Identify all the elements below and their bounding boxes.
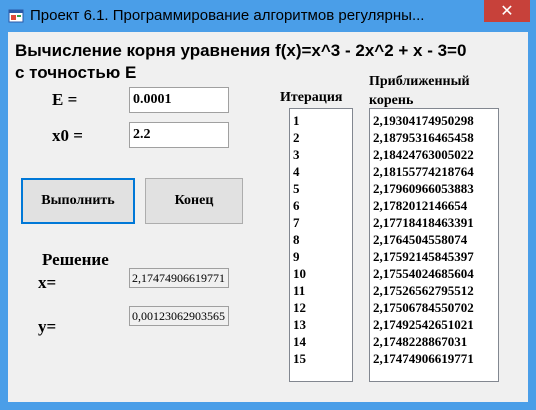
close-icon: ✕ [500, 1, 514, 20]
root-item[interactable]: 2,18155774218764 [373, 163, 495, 180]
app-form-icon[interactable] [8, 8, 24, 24]
root-listbox[interactable]: 2,19304174950298 2,18795316465458 2,1842… [369, 108, 499, 382]
iteration-item[interactable]: 1 [293, 112, 349, 129]
e-input[interactable] [129, 87, 229, 113]
root-item[interactable]: 2,1764504558074 [373, 231, 495, 248]
x-label: x= [38, 273, 57, 292]
iteration-item[interactable]: 8 [293, 231, 349, 248]
root-item[interactable]: 2,17474906619771 [373, 350, 495, 367]
app-window: Проект 6.1. Программирование алгоритмов … [0, 0, 536, 410]
root-item[interactable]: 2,1782012146654 [373, 197, 495, 214]
root-item[interactable]: 2,18424763005022 [373, 146, 495, 163]
x0-label: x0 = [52, 126, 83, 145]
iteration-item[interactable]: 5 [293, 180, 349, 197]
iteration-item[interactable]: 15 [293, 350, 349, 367]
e-label: E = [52, 90, 78, 109]
root-item[interactable]: 2,17526562795512 [373, 282, 495, 299]
iteration-item[interactable]: 11 [293, 282, 349, 299]
x-result-field[interactable] [129, 268, 229, 288]
root-item[interactable]: 2,19304174950298 [373, 112, 495, 129]
root-item[interactable]: 2,17718418463391 [373, 214, 495, 231]
iteration-listbox[interactable]: 1 2 3 4 5 6 7 8 9 10 11 12 13 14 15 [289, 108, 353, 382]
iteration-item[interactable]: 9 [293, 248, 349, 265]
root-item[interactable]: 2,1748228867031 [373, 333, 495, 350]
root-item[interactable]: 2,18795316465458 [373, 129, 495, 146]
window-title: Проект 6.1. Программирование алгоритмов … [30, 7, 425, 24]
title-bar[interactable]: Проект 6.1. Программирование алгоритмов … [0, 0, 536, 32]
root-item[interactable]: 2,17592145845397 [373, 248, 495, 265]
iteration-item[interactable]: 4 [293, 163, 349, 180]
window-bottom-border [0, 402, 536, 410]
y-result-field[interactable] [129, 306, 229, 326]
x0-input[interactable] [129, 122, 229, 148]
solution-label: Решение [42, 250, 109, 269]
precision-heading: с точностью Е [15, 63, 137, 82]
end-button[interactable]: Конец [145, 178, 243, 224]
root-item[interactable]: 2,17492542651021 [373, 316, 495, 333]
close-button[interactable]: ✕ [484, 0, 530, 22]
iteration-item[interactable]: 2 [293, 129, 349, 146]
root-header-line2: корень [369, 93, 414, 108]
run-button[interactable]: Выполнить [21, 178, 135, 224]
iteration-item[interactable]: 6 [293, 197, 349, 214]
form-client-area: Вычисление корня уравнения f(x)=x^3 - 2x… [8, 32, 528, 402]
iteration-item[interactable]: 12 [293, 299, 349, 316]
y-label: y= [38, 317, 57, 336]
root-item[interactable]: 2,17960966053883 [373, 180, 495, 197]
iteration-item[interactable]: 13 [293, 316, 349, 333]
iteration-header: Итерация [280, 90, 343, 105]
iteration-item[interactable]: 14 [293, 333, 349, 350]
iteration-item[interactable]: 7 [293, 214, 349, 231]
root-item[interactable]: 2,17554024685604 [373, 265, 495, 282]
iteration-item[interactable]: 10 [293, 265, 349, 282]
root-header-line1: Приближенный [369, 74, 470, 89]
equation-heading: Вычисление корня уравнения f(x)=x^3 - 2x… [15, 41, 467, 60]
root-item[interactable]: 2,17506784550702 [373, 299, 495, 316]
iteration-item[interactable]: 3 [293, 146, 349, 163]
